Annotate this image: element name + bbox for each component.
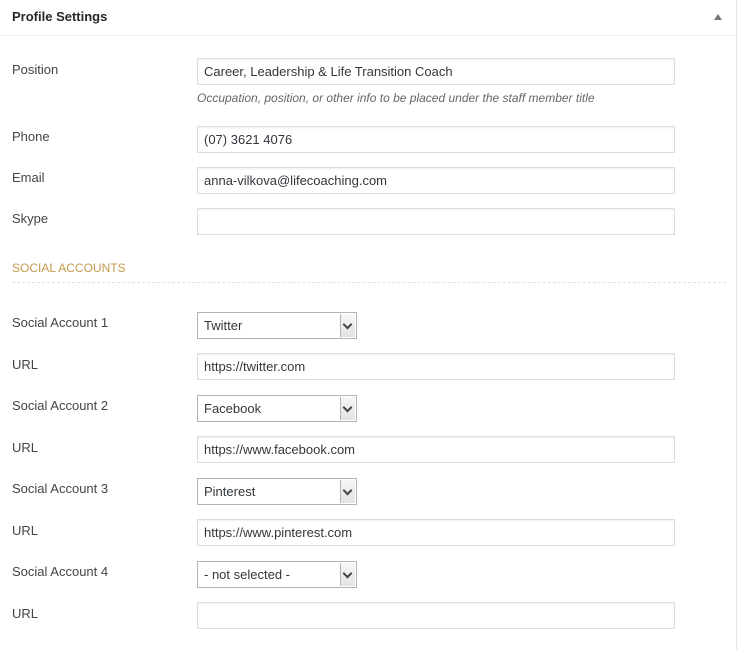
chevron-down-icon [342,402,353,413]
social-account-4-selected: - not selected - [204,567,290,582]
collapse-arrow-icon[interactable] [714,14,722,20]
skype-input[interactable] [197,208,675,235]
url-4-input[interactable] [197,602,675,629]
email-input[interactable]: anna-vilkova@lifecoaching.com [197,167,675,194]
position-label: Position [12,62,59,77]
social-accounts-heading: SOCIAL ACCOUNTS [12,261,126,275]
url-3-input[interactable]: https://www.pinterest.com [197,519,675,546]
social-account-2-selected: Facebook [204,401,262,416]
position-input[interactable]: Career, Leadership & Life Transition Coa… [197,58,675,85]
chevron-down-icon [342,568,353,579]
social-account-2-label: Social Account 2 [12,398,109,413]
skype-label: Skype [12,211,49,226]
dropdown-button[interactable] [340,480,355,503]
url-1-input[interactable]: https://twitter.com [197,353,675,380]
panel-header[interactable]: Profile Settings [0,0,737,36]
chevron-down-icon [342,485,353,496]
social-account-3-label: Social Account 3 [12,481,109,496]
url-4-label: URL [12,606,39,621]
dropdown-button[interactable] [340,397,355,420]
url-3-label: URL [12,523,39,538]
url-2-label: URL [12,440,39,455]
social-account-1-selected: Twitter [204,318,243,333]
chevron-down-icon [342,319,353,330]
url-1-label: URL [12,357,39,372]
social-account-4-select[interactable]: - not selected - [197,561,357,588]
social-account-1-select[interactable]: Twitter [197,312,357,339]
position-hint: Occupation, position, or other info to b… [197,91,595,105]
dropdown-button[interactable] [340,314,355,337]
panel-title: Profile Settings [12,9,108,24]
social-account-3-selected: Pinterest [204,484,256,499]
section-divider [12,282,726,283]
phone-label: Phone [12,129,50,144]
profile-settings-panel: Profile Settings Position Career, Leader… [0,0,737,650]
phone-input[interactable]: (07) 3621 4076 [197,126,675,153]
social-account-1-label: Social Account 1 [12,315,109,330]
social-account-4-label: Social Account 4 [12,564,109,579]
email-label: Email [12,170,45,185]
social-account-2-select[interactable]: Facebook [197,395,357,422]
social-account-3-select[interactable]: Pinterest [197,478,357,505]
dropdown-button[interactable] [340,563,355,586]
url-2-input[interactable]: https://www.facebook.com [197,436,675,463]
